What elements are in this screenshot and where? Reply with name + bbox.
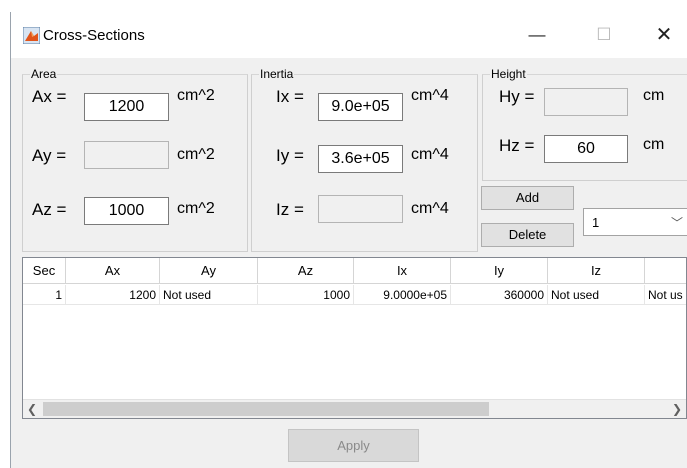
column-header-ay[interactable]: Ay [160,258,258,284]
table-cell: 1200 [66,285,160,305]
scroll-right-icon[interactable]: ❯ [668,400,686,418]
delete-button[interactable]: Delete [481,223,574,247]
iy-field[interactable] [318,145,403,173]
hz-label: Hz = [499,136,535,155]
table-cell: Not us [645,285,686,305]
hy-unit: cm [643,87,665,104]
iz-unit: cm^4 [411,200,449,217]
section-select[interactable]: 1 ﹀ [583,208,687,236]
hz-field[interactable] [544,135,628,163]
ix-label: Ix = [276,87,304,106]
column-header-ix[interactable]: Ix [354,258,451,284]
iz-field [318,195,403,223]
table-cell: Not used [548,285,645,305]
ay-unit: cm^2 [177,146,215,163]
horizontal-scrollbar[interactable]: ❮ ❯ [23,399,686,418]
area-panel: Area Ax = cm^2 Ay = cm^2 Az = cm^2 [22,67,248,252]
az-label: Az = [32,200,67,219]
close-icon[interactable]: ✕ [644,22,684,48]
minimize-icon[interactable]: — [517,22,557,48]
ay-field [84,141,169,169]
table-cell: 360000 [451,285,548,305]
hz-unit: cm [643,136,665,153]
table-cell: 1000 [258,285,354,305]
column-header-iy[interactable]: Iy [451,258,548,284]
column-header-sec[interactable]: Sec [23,258,66,284]
scroll-left-icon[interactable]: ❮ [23,400,41,418]
table-cell: 1 [23,285,66,305]
ax-label: Ax = [32,87,67,106]
hy-field [544,88,628,116]
iz-label: Iz = [276,200,304,219]
area-panel-title: Area [30,67,58,81]
ix-unit: cm^4 [411,87,449,104]
height-panel: Height Hy = cm Hz = cm [482,67,687,181]
scrollbar-thumb[interactable] [43,402,489,416]
title-bar: Cross-Sections — ☐ ✕ [11,12,687,58]
inertia-panel: Inertia Ix = cm^4 Iy = cm^4 Iz = cm^4 [251,67,478,252]
ix-field[interactable] [318,93,403,121]
matlab-figure-icon [23,27,40,44]
table-header: Sec Ax Ay Az Ix Iy Iz [23,258,686,284]
table-cell: 9.0000e+05 [354,285,451,305]
ay-label: Ay = [32,146,67,165]
az-unit: cm^2 [177,200,215,217]
height-panel-title: Height [490,67,527,81]
iy-label: Iy = [276,146,304,165]
window-title: Cross-Sections [43,27,145,44]
section-select-value: 1 [592,215,600,230]
table-row[interactable]: 1 1200 Not used 1000 9.0000e+05 360000 N… [23,285,686,305]
ax-unit: cm^2 [177,87,215,104]
maximize-icon[interactable]: ☐ [584,22,624,48]
column-header-ax[interactable]: Ax [66,258,160,284]
ax-field[interactable] [84,93,169,121]
iy-unit: cm^4 [411,146,449,163]
hy-label: Hy = [499,87,535,106]
inertia-panel-title: Inertia [259,67,295,81]
column-header-extra[interactable] [645,258,686,284]
az-field[interactable] [84,197,169,225]
table-cell: Not used [160,285,258,305]
apply-button[interactable]: Apply [288,429,419,462]
column-header-iz[interactable]: Iz [548,258,645,284]
column-header-az[interactable]: Az [258,258,354,284]
sections-table[interactable]: Sec Ax Ay Az Ix Iy Iz 1 1200 Not used 10… [22,257,687,419]
chevron-down-icon: ﹀ [670,216,683,230]
add-button[interactable]: Add [481,186,574,210]
